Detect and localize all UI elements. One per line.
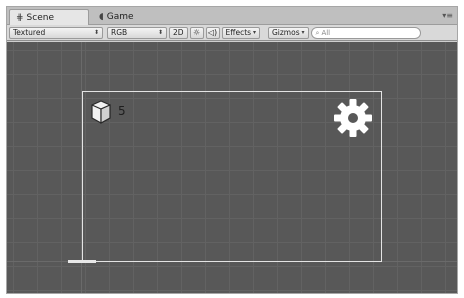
toggle-2d-button[interactable]: 2D	[169, 26, 188, 39]
sun-icon: ☼	[192, 28, 201, 37]
shading-mode-label: Textured	[13, 28, 46, 37]
object-count: 5	[118, 104, 126, 118]
tab-bar: ⋕ Scene ◖ Game ▾≡	[7, 7, 457, 25]
dropdown-arrow-icon: ▾	[251, 29, 256, 36]
speaker-icon: ◁)	[207, 28, 218, 37]
dropdown-arrow-icon: ⬍	[157, 29, 163, 36]
tab-scene-label: Scene	[26, 12, 54, 23]
gizmos-label: Gizmos	[271, 28, 300, 37]
shading-mode-dropdown[interactable]: Textured ⬍	[9, 26, 103, 39]
render-mode-dropdown[interactable]: RGB ⬍	[107, 26, 167, 39]
scene-window: ⋕ Scene ◖ Game ▾≡ Textured ⬍ RGB ⬍ 2D ☼ …	[6, 6, 458, 294]
render-mode-label: RGB	[111, 28, 128, 37]
search-input[interactable]: ⌕ All	[310, 26, 421, 39]
gizmos-dropdown[interactable]: Gizmos ▾	[267, 26, 309, 39]
lighting-toggle-button[interactable]: ☼	[189, 26, 204, 39]
scene-toolbar: Textured ⬍ RGB ⬍ 2D ☼ ◁) Effects ▾ Gizmo…	[7, 25, 457, 41]
search-placeholder: All	[321, 28, 331, 37]
tab-game-label: Game	[106, 12, 134, 22]
scene-viewport[interactable]: 5	[7, 42, 457, 293]
grid-icon: ⋕	[16, 12, 24, 23]
effects-dropdown[interactable]: Effects ▾	[221, 26, 260, 39]
cube-icon[interactable]	[91, 100, 111, 124]
effects-label: Effects	[225, 28, 252, 37]
dropdown-arrow-icon: ▾	[299, 29, 305, 36]
pacman-icon: ◖	[99, 12, 104, 22]
audio-toggle-button[interactable]: ◁)	[205, 26, 220, 39]
search-icon: ⌕	[315, 28, 320, 37]
dropdown-arrow-icon: ⬍	[93, 29, 99, 36]
tab-game[interactable]: ◖ Game	[93, 9, 153, 25]
origin-marker	[68, 260, 96, 263]
toggle-2d-label: 2D	[173, 28, 184, 37]
tab-menu-icon[interactable]: ▾≡	[442, 11, 453, 20]
tab-scene[interactable]: ⋕ Scene	[9, 9, 89, 25]
gear-icon[interactable]	[333, 98, 373, 138]
